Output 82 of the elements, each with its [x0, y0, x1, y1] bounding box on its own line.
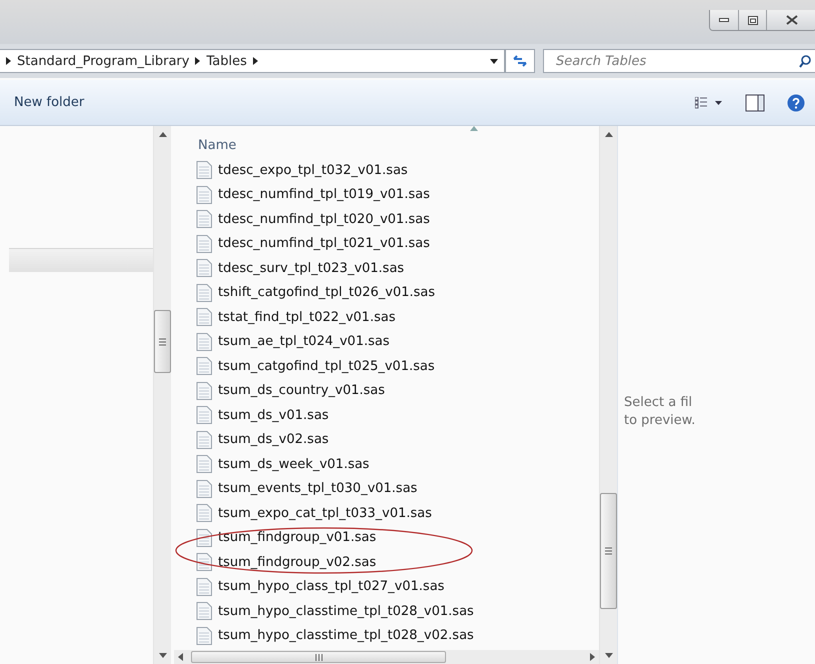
file-row[interactable]: tstat_find_tpl_t022_v01.sas [174, 305, 599, 330]
close-button[interactable] [766, 10, 815, 30]
file-row[interactable]: tsum_ds_country_v01.sas [174, 378, 599, 403]
file-row[interactable]: tsum_ae_tpl_t024_v01.sas [174, 330, 599, 354]
chevron-icon [252, 57, 258, 65]
file-icon [196, 504, 212, 522]
chevron-icon [6, 57, 11, 65]
file-icon [196, 259, 212, 278]
column-header[interactable]: Name [198, 138, 236, 153]
grip-icon [314, 654, 324, 660]
grip-icon [605, 546, 612, 556]
refresh-icon [512, 54, 528, 68]
file-row[interactable]: tdesc_surv_tpl_t023_v01.sas [174, 256, 599, 280]
file-row[interactable]: tsum_ds_v01.sas [174, 403, 599, 428]
breadcrumb-item[interactable]: Standard_Program_Library [17, 54, 190, 68]
scroll-up-icon[interactable] [604, 132, 612, 137]
file-icon [196, 455, 212, 474]
file-row[interactable]: tdesc_numfind_tpl_t021_v01.sas [174, 232, 599, 256]
scroll-down-icon[interactable] [158, 653, 166, 658]
file-icon [196, 382, 212, 400]
scroll-down-icon[interactable] [604, 653, 612, 658]
horizontal-scrollbar[interactable] [174, 650, 599, 664]
preview-message: to preview. [624, 412, 696, 430]
minimize-icon [719, 18, 729, 22]
maximize-icon [748, 16, 758, 24]
file-row[interactable]: tsum_ds_week_v01.sas [174, 452, 599, 476]
search-icon [799, 54, 811, 68]
file-row[interactable]: tsum_events_tpl_t030_v01.sas [174, 476, 599, 501]
file-row[interactable]: tsum_hypo_class_tpl_t027_v01.sas [174, 574, 599, 599]
scroll-thumb[interactable] [154, 310, 171, 373]
file-row[interactable]: tdesc_numfind_tpl_t020_v01.sas [174, 207, 599, 232]
dropdown-icon[interactable] [490, 58, 498, 64]
file-icon [196, 406, 212, 424]
file-row[interactable]: tsum_hypo_classtime_tpl_t028_v01.sas [174, 599, 599, 624]
scroll-up-icon[interactable] [158, 132, 166, 137]
file-icon [196, 626, 212, 645]
search-box[interactable]: Search Tables [543, 49, 815, 73]
file-icon [196, 308, 212, 326]
scroll-thumb[interactable] [600, 493, 617, 609]
file-row[interactable]: tdesc_expo_tpl_t032_v01.sas [174, 158, 599, 182]
scrollbar[interactable] [153, 126, 171, 664]
breadcrumb-item[interactable]: Tables [206, 54, 247, 68]
file-icon [196, 602, 212, 620]
file-icon [196, 161, 212, 180]
file-icon [196, 553, 212, 572]
file-row[interactable]: tsum_hypo_classtime_tpl_t028_v02.sas [174, 624, 599, 648]
scroll-right-icon[interactable] [590, 653, 595, 661]
new-folder-button[interactable]: New folder [6, 91, 92, 114]
file-icon [196, 210, 212, 228]
file-icon [196, 234, 212, 253]
file-icon [196, 332, 212, 351]
grip-icon [159, 336, 166, 346]
help-icon [787, 94, 805, 112]
close-icon [786, 15, 798, 25]
file-icon [196, 284, 212, 302]
refresh-button[interactable] [505, 49, 535, 73]
file-row[interactable]: tsum_expo_cat_tpl_t033_v01.sas [174, 501, 599, 526]
list-view-icon [695, 96, 723, 108]
file-row[interactable]: tdesc_numfind_tpl_t019_v01.sas [174, 182, 599, 207]
minimize-button[interactable] [710, 10, 738, 30]
file-row[interactable]: tsum_catgofind_tpl_t025_v01.sas [174, 354, 599, 378]
file-icon [196, 430, 212, 449]
search-field[interactable]: Search Tables [554, 52, 799, 70]
file-icon [196, 186, 212, 204]
help-button[interactable] [785, 92, 807, 114]
chevron-icon [195, 57, 200, 65]
scrollbar[interactable] [599, 126, 617, 664]
file-row[interactable]: tsum_findgroup_v02.sas [174, 550, 599, 574]
file-icon [196, 578, 212, 596]
file-icon [196, 357, 212, 376]
file-row[interactable]: tsum_findgroup_v01.sas [174, 526, 599, 550]
scroll-thumb[interactable] [191, 651, 446, 663]
file-icon [196, 480, 212, 498]
pane-icon [745, 94, 765, 112]
maximize-button[interactable] [738, 10, 766, 30]
file-icon [196, 528, 212, 547]
view-options-button[interactable] [693, 94, 725, 110]
address-bar[interactable]: Standard_Program_Library Tables [0, 49, 505, 73]
file-row[interactable]: tshift_catgofind_tpl_t026_v01.sas [174, 280, 599, 305]
preview-message: Select a fil [624, 394, 694, 412]
file-row[interactable]: tsum_ds_v02.sas [174, 428, 599, 452]
scroll-left-icon[interactable] [178, 653, 183, 661]
